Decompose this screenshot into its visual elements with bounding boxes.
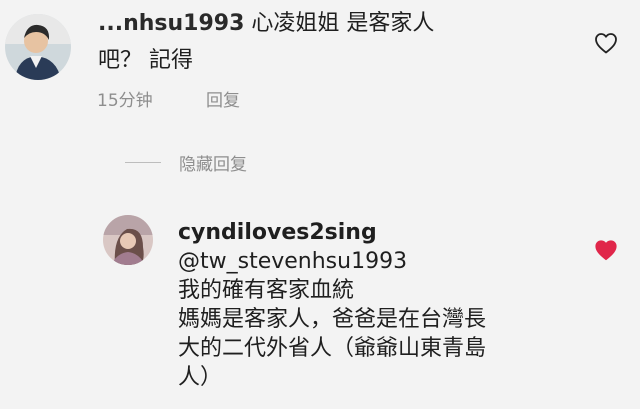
reply-author-avatar[interactable] — [103, 215, 153, 265]
comment-timestamp: 15分钟 — [97, 91, 153, 111]
reply-button[interactable]: 回复 — [206, 86, 240, 111]
reply-text-line4: 人） — [178, 365, 223, 390]
reply-text-line2: 媽媽是客家人，爸爸是在台灣長 — [178, 307, 487, 332]
comment-username[interactable]: ...nhsu1993 — [98, 11, 244, 36]
reply-text-line1: 我的確有客家血統 — [178, 278, 355, 303]
heart-outline-icon[interactable] — [594, 32, 618, 58]
commenter-avatar[interactable] — [5, 14, 71, 80]
divider-line — [125, 162, 161, 163]
hide-replies-label: 隐藏回复 — [179, 155, 247, 175]
hide-replies-toggle[interactable]: 隐藏回复 — [125, 150, 247, 175]
comment-text-line1: 心凌姐姐 是客家人 — [251, 11, 435, 36]
reply-username[interactable]: cyndiloves2sing — [178, 218, 486, 247]
comment-text-line2: 吧？ 記得 — [98, 48, 193, 73]
reply-comment: cyndiloves2sing @tw_stevenhsu1993 我的確有客家… — [178, 218, 486, 392]
heart-filled-icon[interactable] — [594, 239, 618, 265]
reply-text-line3: 大的二代外省人（爺爺山東青島 — [178, 336, 487, 361]
comment-text: ...nhsu1993 心凌姐姐 是客家人 吧？ 記得 — [98, 9, 578, 75]
reply-mention[interactable]: @tw_stevenhsu1993 — [178, 247, 486, 276]
